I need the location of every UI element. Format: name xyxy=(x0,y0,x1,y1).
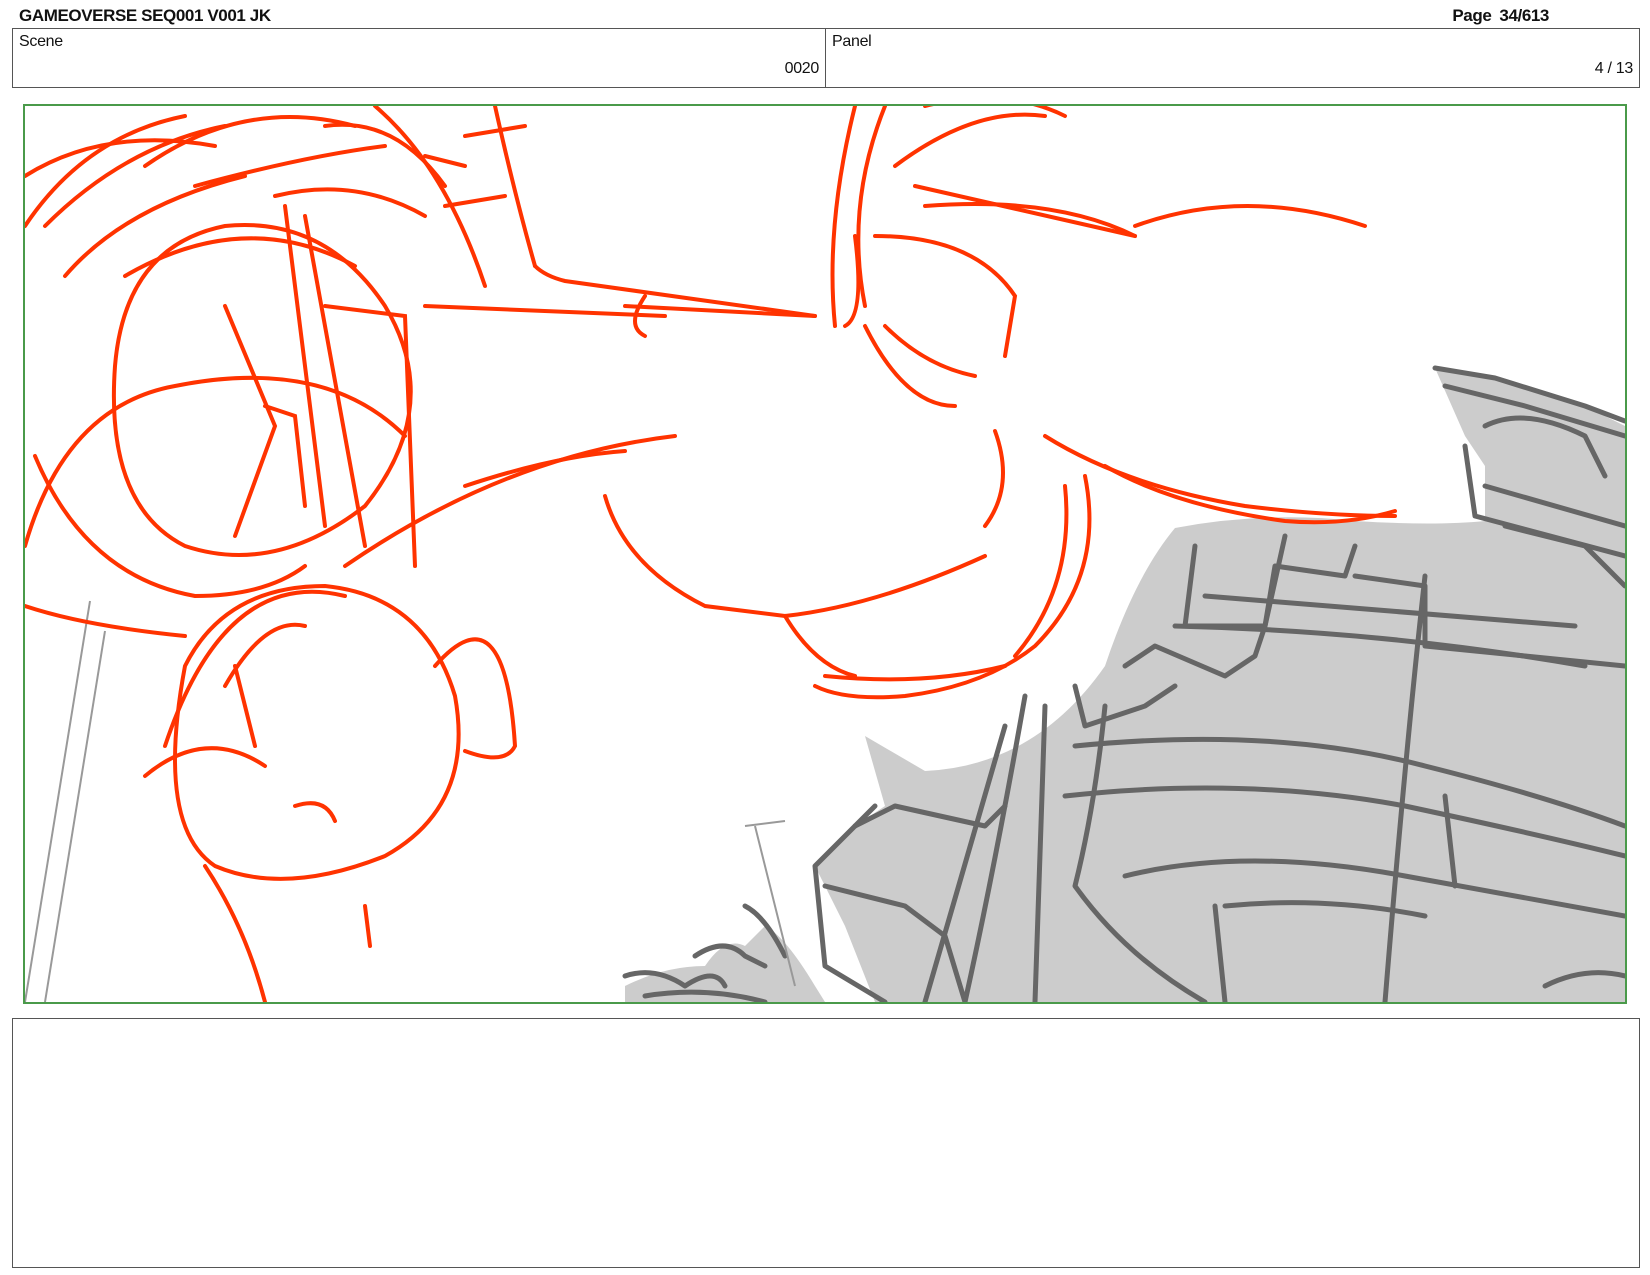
cheek-curve xyxy=(883,324,977,378)
hair-strand xyxy=(25,138,217,178)
head-outline xyxy=(223,304,278,538)
scene-number: 0020 xyxy=(784,60,820,77)
eye-outline xyxy=(173,583,461,881)
hair-strand xyxy=(273,187,427,218)
panel-label: Panel xyxy=(832,33,872,50)
cheek-curve xyxy=(856,106,887,308)
head-outline xyxy=(33,454,307,599)
scene-cell: Scene 0020 xyxy=(13,29,826,87)
hair-strand xyxy=(443,194,507,208)
background-pole-sketch xyxy=(25,600,796,1002)
cheek-curve xyxy=(1013,484,1069,658)
cheek-curve xyxy=(830,106,857,328)
robot-hand-fill xyxy=(625,926,825,1002)
cheek-curve xyxy=(923,202,1137,238)
scene-label: Scene xyxy=(19,33,63,50)
cheek-curve xyxy=(813,474,1092,700)
eye-outline xyxy=(363,904,372,948)
hair-strand xyxy=(423,154,467,168)
eye-outline xyxy=(163,589,347,748)
eye-outline xyxy=(143,746,267,778)
cheek-curve xyxy=(1043,434,1397,518)
hair-strand xyxy=(25,114,187,228)
cheek-curve xyxy=(603,494,987,619)
cheek-curve xyxy=(913,184,1137,238)
hair-strand xyxy=(193,144,387,188)
cheek-curve xyxy=(1133,204,1367,228)
eye-outline xyxy=(233,664,257,748)
cheek-curve xyxy=(843,234,861,328)
face-curve xyxy=(463,449,627,488)
page-label: Page xyxy=(1452,6,1492,25)
document-title: GAMEOVERSE SEQ001 V001 JK xyxy=(19,6,271,25)
page-number: Page 34/613 xyxy=(1452,6,1549,26)
eye-outline xyxy=(433,637,518,760)
hair-strand xyxy=(493,106,537,268)
eye-outline xyxy=(293,801,337,823)
eye-outline xyxy=(203,864,267,1002)
page-value: 34/613 xyxy=(1499,6,1549,25)
notes-box xyxy=(12,1018,1640,1268)
hair-strand xyxy=(373,106,487,288)
panel-cell: Panel 4 / 13 xyxy=(826,29,1639,87)
head-outline xyxy=(283,204,327,528)
cheek-curve xyxy=(783,614,857,678)
scene-panel-info: Scene 0020 Panel 4 / 13 xyxy=(12,28,1640,88)
cheek-curve xyxy=(893,112,1047,168)
cheek-curve xyxy=(983,429,1005,528)
hair-strand xyxy=(463,124,527,138)
panel-number: 4 / 13 xyxy=(1594,60,1634,77)
storyboard-sketch xyxy=(25,106,1625,1002)
storyboard-frame xyxy=(23,104,1627,1004)
